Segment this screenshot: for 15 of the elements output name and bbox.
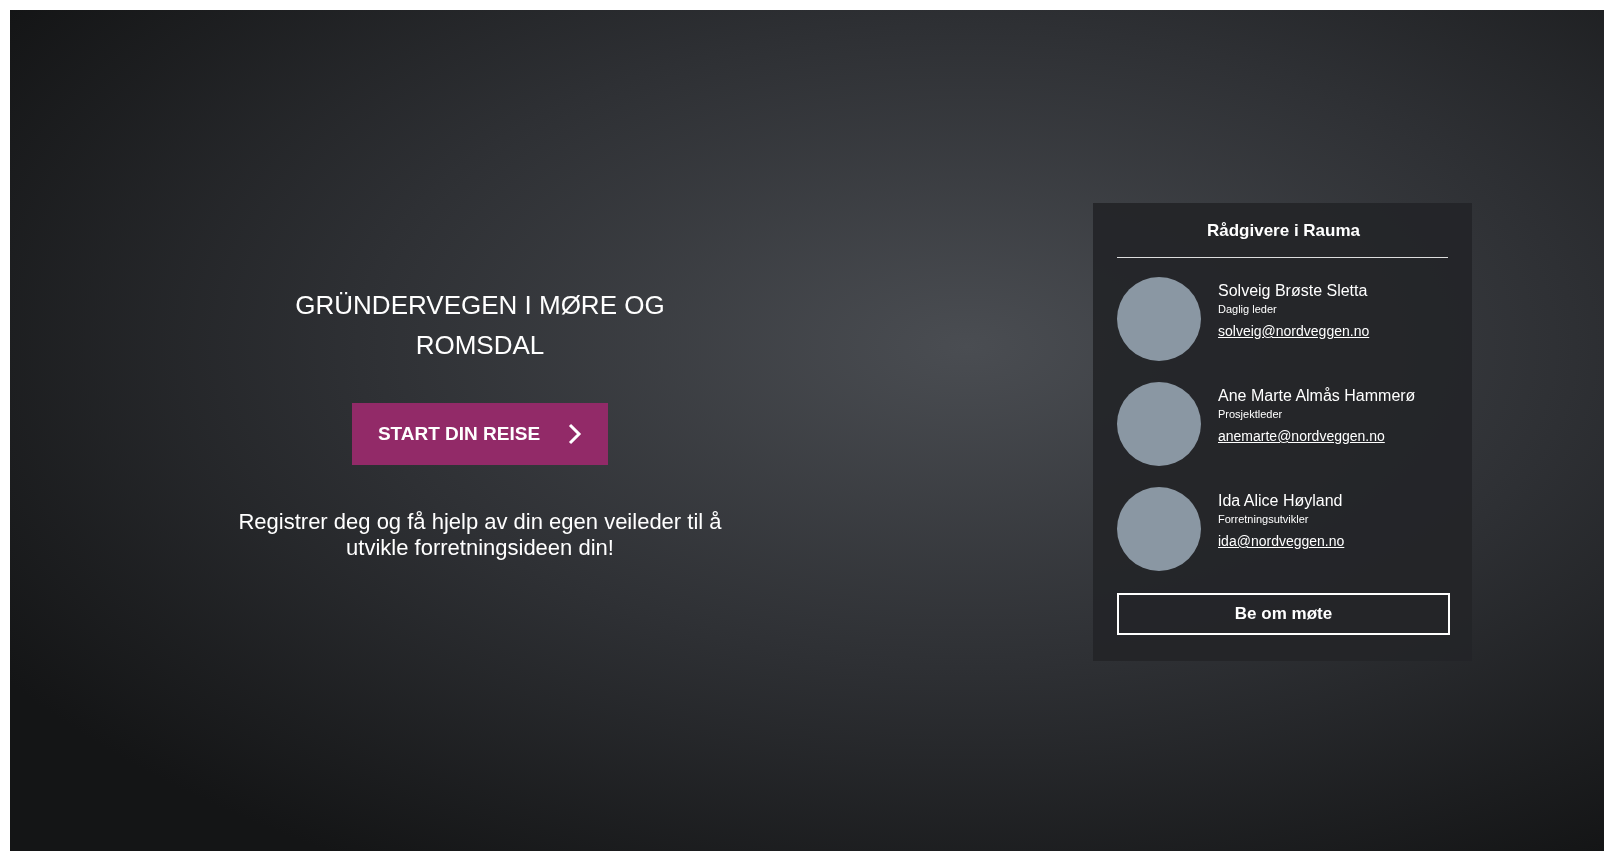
advisor-name: Ane Marte Almås Hammerø [1218,387,1416,405]
advisor-role: Forretningsutvikler [1218,513,1310,525]
start-button[interactable]: START DIN REISE [351,403,609,465]
advisor-role: Daglig leder [1218,303,1278,315]
hero-description: Registrer deg og få hjelp av din egen veileder til å utvikle forretningsideen din! [237,509,723,561]
email-link[interactable]: ida@nordveggen.no [1218,533,1345,549]
advisor-role: Prosjektleder [1218,408,1284,420]
email-link[interactable]: anemarte@nordveggen.no [1218,428,1416,444]
email-link[interactable]: solveig@nordveggen.no [1218,323,1370,339]
hero-title: GRÜNDERVEGEN I MØRE OG ROMSDAL [294,289,666,362]
meeting-button[interactable]: Be om møte [1117,593,1450,635]
chevron-right-icon [568,423,583,445]
advisor-name: Ida Alice Høyland [1218,492,1344,510]
advisor-name: Solveig Brøste Sletta [1218,282,1369,300]
panel-title: Rådgivere i Rauma [1205,220,1362,242]
